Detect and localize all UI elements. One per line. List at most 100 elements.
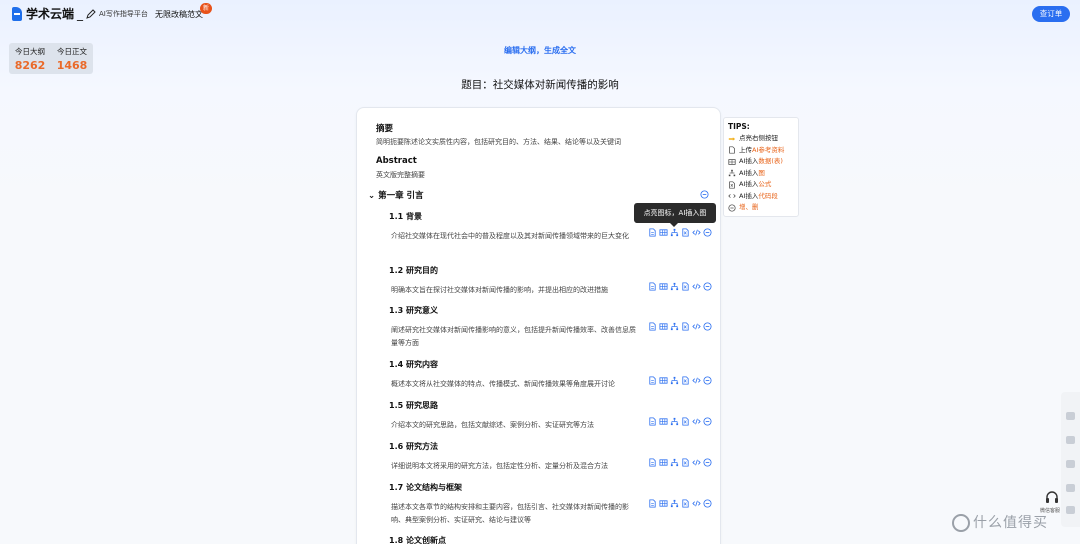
diagram-icon[interactable] xyxy=(670,228,679,237)
section-desc: 概述本文将从社交媒体的特点、传播模式、新闻传播效果等角度展开讨论 xyxy=(391,380,615,388)
minus-circle-icon[interactable] xyxy=(703,417,712,426)
watermark-logo xyxy=(952,514,970,532)
diagram-icon[interactable] xyxy=(670,282,679,291)
tooltip: 点亮图标，AI插入图 xyxy=(634,203,716,227)
tip-highlight: 图 xyxy=(758,168,765,177)
code-icon[interactable] xyxy=(692,376,701,385)
tip-item: 增、删 xyxy=(728,202,798,214)
code-icon[interactable] xyxy=(692,417,701,426)
tips-heading: TIPS: xyxy=(728,122,750,131)
code-icon[interactable] xyxy=(692,228,701,237)
code-icon[interactable] xyxy=(692,322,701,331)
code-icon[interactable] xyxy=(692,282,701,291)
table-icon[interactable] xyxy=(659,458,668,467)
section-desc: 详细说明本文将采用的研究方法，包括定性分析、定量分析及混合方法 xyxy=(391,462,608,470)
document-icon[interactable] xyxy=(648,228,657,237)
section-action-icons xyxy=(648,228,712,237)
check-order-button[interactable]: 查订单 xyxy=(1032,6,1070,22)
section-action-icons xyxy=(648,499,712,508)
minus-circle-icon[interactable] xyxy=(703,376,712,385)
minus-circle-icon[interactable] xyxy=(703,322,712,331)
table-icon[interactable] xyxy=(659,322,668,331)
diagram-icon[interactable] xyxy=(670,458,679,467)
abstract-zh-heading: 摘要 xyxy=(376,124,394,134)
section-title: 1.8 论文创新点 xyxy=(389,536,446,544)
section-desc: 介绍本文的研究思路，包括文献综述、案例分析、实证研究等方法 xyxy=(391,421,594,429)
table-icon[interactable] xyxy=(659,499,668,508)
section-title: 1.3 研究意义 xyxy=(389,306,438,315)
pen-icon xyxy=(86,8,96,19)
abstract-en-desc: 英文版完整摘要 xyxy=(376,171,425,179)
document-icon[interactable] xyxy=(648,322,657,331)
side-tool-icon[interactable] xyxy=(1066,460,1075,468)
section-desc: 描述本文各章节的结构安排和主要内容，包括引言、社交媒体对新闻传播的影响、典型案例… xyxy=(391,503,629,524)
code-icon[interactable] xyxy=(692,499,701,508)
code-icon[interactable] xyxy=(692,458,701,467)
chevron-down-icon[interactable]: ⌄ xyxy=(368,191,378,201)
edit-outline-title: 编辑大纲，生成全文 xyxy=(504,46,576,55)
minus-circle-icon[interactable] xyxy=(703,499,712,508)
tip-item: AI插入 公式 xyxy=(728,179,798,191)
section-title: 1.1 背景 xyxy=(389,212,422,221)
tip-highlight: AI参考资料 xyxy=(752,145,785,154)
minus-circle-icon xyxy=(728,204,736,212)
document-icon[interactable] xyxy=(648,282,657,291)
section-title: 1.7 论文结构与框架 xyxy=(389,483,462,492)
side-toolbar[interactable] xyxy=(1061,392,1080,527)
document-icon[interactable] xyxy=(648,458,657,467)
headset-icon[interactable] xyxy=(1044,490,1060,504)
formula-icon[interactable] xyxy=(681,376,690,385)
formula-icon[interactable] xyxy=(681,282,690,291)
table-icon[interactable] xyxy=(659,376,668,385)
abstract-zh-desc: 简明扼要陈述论文实质性内容，包括研究目的、方法、结果、结论等以及关键词 xyxy=(376,138,621,146)
logo-text: 学术云端 xyxy=(26,7,75,21)
section-title: 1.4 研究内容 xyxy=(389,360,438,369)
table-icon[interactable] xyxy=(659,228,668,237)
side-tool-icon[interactable] xyxy=(1066,436,1075,444)
tip-item: AI插入 数据(表) xyxy=(728,156,798,168)
tip-prefix: 上传 xyxy=(739,145,752,154)
document-icon[interactable] xyxy=(648,417,657,426)
diagram-icon[interactable] xyxy=(670,499,679,508)
tip-prefix: AI插入 xyxy=(739,180,759,188)
formula-icon[interactable] xyxy=(681,458,690,467)
diagram-icon[interactable] xyxy=(670,376,679,385)
table-icon[interactable] xyxy=(659,417,668,426)
minus-circle-icon[interactable] xyxy=(703,282,712,291)
chapter-heading[interactable]: ⌄ 第一章 引言 xyxy=(368,189,424,201)
table-icon[interactable] xyxy=(659,282,668,291)
formula-icon xyxy=(729,181,735,189)
section-desc: 介绍社交媒体在现代社会中的普及程度以及其对新闻传播领域带来的巨大变化 xyxy=(391,232,629,240)
tip-highlight: 公式 xyxy=(758,180,772,188)
tip-highlight: 增、删 xyxy=(739,203,759,211)
formula-icon[interactable] xyxy=(681,322,690,331)
tip-item: AI插入 代码段 xyxy=(728,191,798,203)
minus-circle-icon[interactable] xyxy=(703,458,712,467)
diagram-icon xyxy=(728,170,736,177)
formula-icon[interactable] xyxy=(681,228,690,237)
diagram-icon[interactable] xyxy=(670,322,679,331)
formula-icon[interactable] xyxy=(681,499,690,508)
logo-subtitle: AI写作指导平台 xyxy=(99,9,148,18)
tip-highlight: 数据(表) xyxy=(758,157,783,165)
watermark: 什么值得买 xyxy=(952,512,1048,532)
minus-circle-icon[interactable] xyxy=(700,190,709,199)
tip-text: 点亮右侧按钮 xyxy=(739,134,778,142)
nav-free-revision[interactable]: 无限改稿范文 xyxy=(155,9,203,20)
side-tool-icon[interactable] xyxy=(1066,412,1075,420)
top-bar: 学术云端 _ AI写作指导平台 无限改稿范文 新 查订单 xyxy=(0,0,1080,27)
side-tool-icon[interactable] xyxy=(1066,484,1075,492)
section-action-icons xyxy=(648,282,712,291)
document-icon[interactable] xyxy=(648,376,657,385)
diagram-icon[interactable] xyxy=(670,417,679,426)
stat-value: 8262 xyxy=(14,59,46,72)
side-tool-icon[interactable] xyxy=(1066,506,1075,514)
logo[interactable]: 学术云端 _ AI写作指导平台 xyxy=(12,5,148,22)
chapter-title: 第一章 引言 xyxy=(378,191,424,201)
new-badge: 新 xyxy=(200,3,212,14)
tip-prefix: AI插入 xyxy=(739,191,759,200)
minus-circle-icon[interactable] xyxy=(703,228,712,237)
formula-icon[interactable] xyxy=(681,417,690,426)
document-icon[interactable] xyxy=(648,499,657,508)
logo-icon xyxy=(12,6,22,21)
